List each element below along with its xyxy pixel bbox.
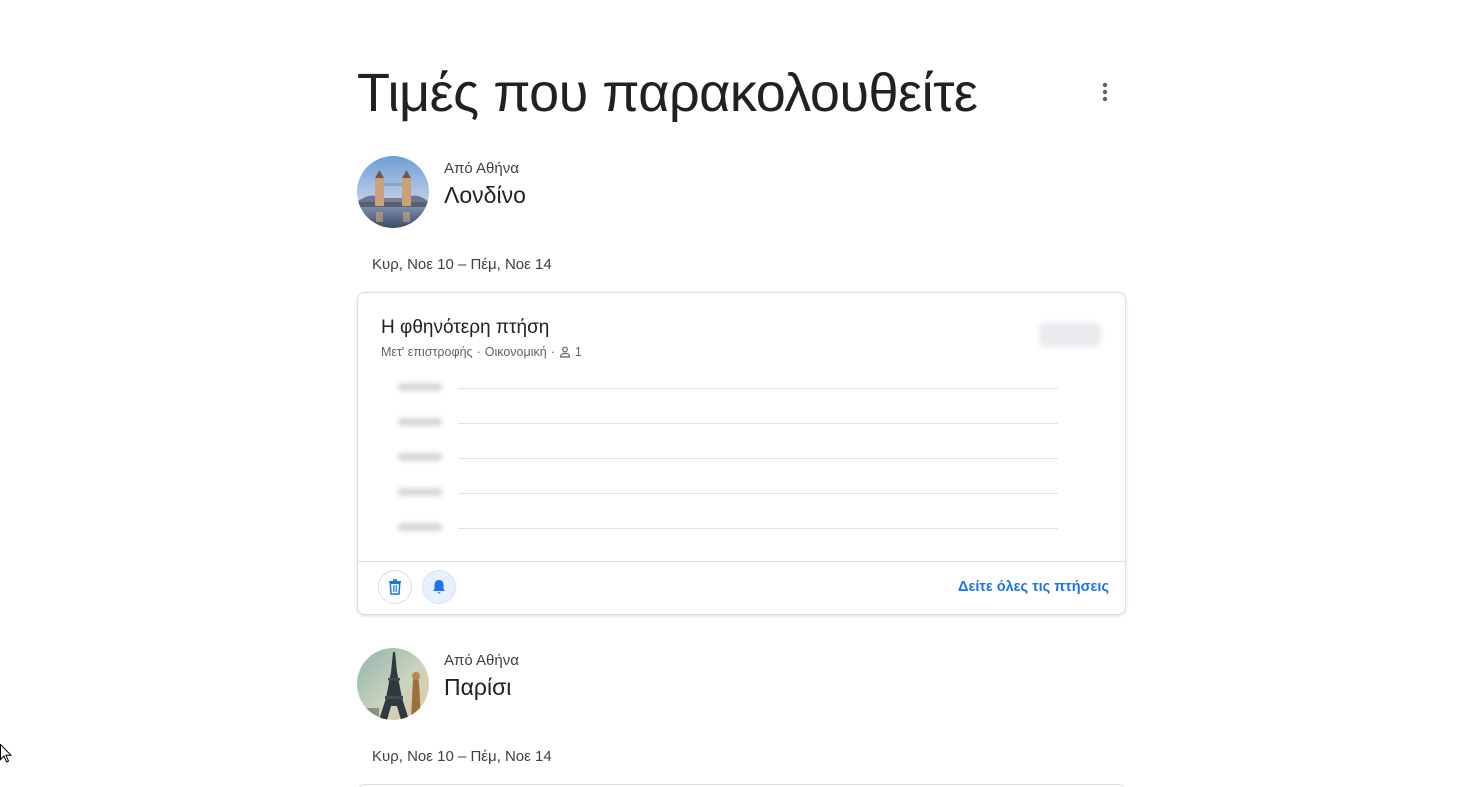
chart-gridline [398,383,1058,391]
london-avatar[interactable] [357,156,429,228]
card-title: Η φθηνότερη πτήση [381,317,550,338]
chart-tick-label-blurred [398,523,442,531]
origin-label: Από Αθήνα [444,652,519,669]
meta-separator: · [550,345,555,359]
meta-separator: · [476,345,481,359]
cabin-class: Οικονομική [484,345,547,359]
chart-tick-label-blurred [398,383,442,391]
mouse-cursor-icon [0,744,12,763]
origin-label: Από Αθήνα [444,160,519,177]
more-vert-icon [1102,82,1108,102]
trip-type: Μετ' επιστροφής [381,345,473,359]
chart-tick-label-blurred [398,418,442,426]
trash-icon [389,579,401,595]
paris-avatar[interactable] [357,648,429,720]
eiffel-tower-photo [357,648,429,720]
price-blurred [1039,323,1101,347]
chart-gridline [398,523,1058,531]
trip-details: Μετ' επιστροφής · Οικονομική · 1 [381,345,582,359]
page-title: Τιμές που παρακολουθείτε [357,63,978,123]
page: Τιμές που παρακολουθείτε Από Αθήνα Λονδί… [0,0,1479,787]
price-alert-toggle[interactable] [422,570,456,604]
trip-dates: Κυρ, Νοε 10 – Πέμ, Νοε 14 [372,256,552,273]
passenger-count: 1 [574,345,582,359]
destination-name[interactable]: Λονδίνο [444,182,526,209]
chart-tick-label-blurred [398,488,442,496]
chart-gridline [398,418,1058,426]
trip-dates: Κυρ, Νοε 10 – Πέμ, Νοε 14 [372,748,552,765]
chart-gridline [398,453,1058,461]
more-options-button[interactable] [1091,78,1119,106]
price-tracking-card: Η φθηνότερη πτήση Μετ' επιστροφής · Οικο… [357,292,1126,615]
person-icon [559,346,570,358]
bell-icon [433,580,445,594]
tower-bridge-photo [357,156,429,228]
destination-name[interactable]: Παρίσι [444,674,511,701]
chart-tick-label-blurred [398,453,442,461]
chart-gridline [398,488,1058,496]
see-all-flights-link[interactable]: Δείτε όλες τις πτήσεις [958,579,1109,595]
card-footer: Δείτε όλες τις πτήσεις [358,561,1125,614]
delete-tracking-button[interactable] [378,570,412,604]
